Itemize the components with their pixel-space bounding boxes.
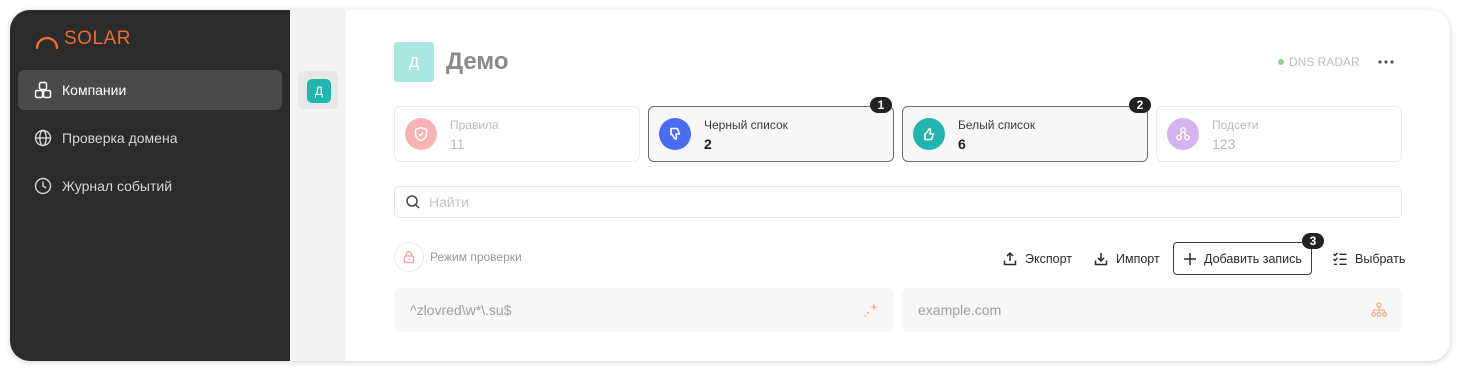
sparkle-icon: [864, 303, 878, 317]
select-button[interactable]: Выбрать: [1332, 242, 1405, 275]
search-icon: [406, 195, 420, 209]
stat-value: 123: [1212, 136, 1236, 152]
shield-icon: [405, 118, 437, 150]
thumbs-up-icon: [913, 118, 945, 150]
record-value: example.com: [918, 302, 1002, 318]
check-mode-toggle[interactable]: Режим проверки: [394, 242, 522, 272]
import-button[interactable]: Импорт: [1093, 242, 1160, 275]
export-label: Экспорт: [1025, 251, 1072, 266]
company-rail: Д: [290, 10, 346, 361]
sidebar-item-event-log[interactable]: Журнал событий: [18, 166, 282, 206]
stat-card-whitelist[interactable]: Белый список 6: [902, 106, 1148, 162]
logo-text: SOLAR: [64, 28, 131, 49]
callout-marker-2: 2: [1129, 97, 1151, 113]
stat-card-rules[interactable]: Правила 11: [394, 106, 640, 162]
main-content: Д Демо DNS RADAR Правила 11 Черный списо…: [346, 10, 1450, 361]
solar-logo-icon: [35, 36, 59, 50]
logo: SOLAR: [34, 27, 131, 51]
clock-icon: [34, 177, 52, 195]
dns-radar-status: DNS RADAR: [1278, 55, 1360, 69]
thumbs-down-icon: [659, 118, 691, 150]
stat-card-blacklist[interactable]: Черный список 2: [648, 106, 894, 162]
search-input[interactable]: [429, 194, 1329, 210]
stat-value: 2: [704, 136, 712, 152]
callout-marker-3: 3: [1302, 233, 1324, 249]
sidebar: SOLAR Компании Проверка домена Журнал со…: [10, 10, 290, 361]
record-card[interactable]: ^zlovred\w*\.su$: [394, 288, 894, 332]
record-card[interactable]: example.com: [902, 288, 1402, 332]
add-record-label: Добавить запись: [1204, 251, 1302, 266]
app-window: SOLAR Компании Проверка домена Журнал со…: [10, 10, 1450, 361]
rail-company-badge[interactable]: Д: [307, 79, 331, 103]
status-dot-icon: [1278, 59, 1284, 65]
check-mode-label: Режим проверки: [430, 250, 522, 264]
stat-label: Белый список: [958, 118, 1036, 132]
stat-label: Черный список: [704, 118, 788, 132]
hierarchy-icon: [1371, 302, 1387, 317]
callout-marker-1: 1: [870, 97, 892, 113]
download-icon: [1094, 252, 1108, 265]
stat-label: Правила: [450, 118, 499, 132]
more-horizontal-icon: [1378, 60, 1394, 64]
search-bar[interactable]: [394, 186, 1402, 218]
sidebar-item-companies[interactable]: Компании: [18, 70, 282, 110]
upload-icon: [1003, 251, 1017, 265]
record-value: ^zlovred\w*\.su$: [410, 302, 512, 318]
network-icon: [1167, 118, 1199, 150]
companies-icon: [34, 81, 52, 99]
globe-icon: [34, 129, 52, 147]
page-title: Демо: [446, 48, 509, 75]
export-button[interactable]: Экспорт: [1002, 242, 1072, 275]
import-label: Импорт: [1116, 251, 1160, 266]
plus-icon: [1184, 252, 1196, 265]
company-avatar: Д: [394, 42, 434, 82]
dns-radar-label: DNS RADAR: [1289, 55, 1360, 69]
more-options-button[interactable]: [1372, 50, 1400, 74]
lock-icon: [394, 242, 424, 272]
add-record-button[interactable]: Добавить запись: [1173, 242, 1312, 275]
stat-value: 11: [450, 136, 465, 152]
sidebar-item-label: Компании: [62, 82, 127, 98]
stat-label: Подсети: [1212, 118, 1259, 132]
checklist-icon: [1333, 251, 1347, 265]
stat-card-subnets[interactable]: Подсети 123: [1156, 106, 1402, 162]
stat-value: 6: [958, 136, 966, 152]
sidebar-item-domain-check[interactable]: Проверка домена: [18, 118, 282, 158]
select-label: Выбрать: [1355, 251, 1406, 266]
sidebar-item-label: Проверка домена: [62, 130, 178, 146]
sidebar-item-label: Журнал событий: [62, 178, 173, 194]
